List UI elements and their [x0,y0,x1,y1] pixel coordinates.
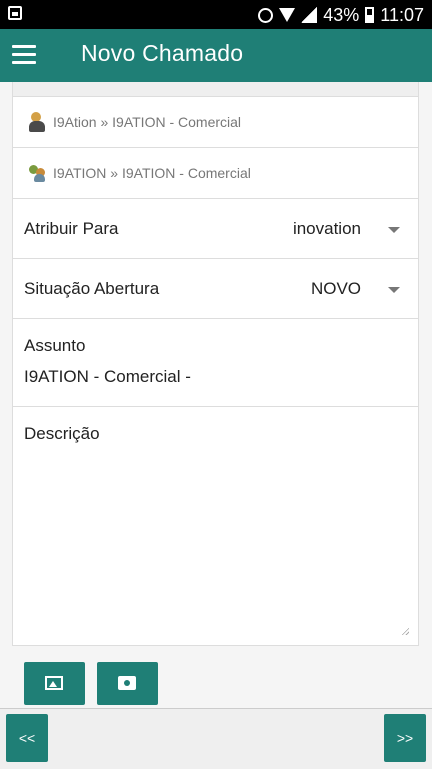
image-notification-icon [8,6,22,20]
battery-percent: 43% [323,4,360,25]
subject-label: Assunto [24,336,86,355]
resize-handle[interactable] [401,627,409,635]
description-label: Descrição [24,424,100,443]
signal-icon [301,7,318,23]
gallery-button[interactable] [24,662,85,705]
footer-bar: << >> [0,708,432,769]
status-right: 43% 11:07 [258,4,424,26]
status-time: 11:07 [380,4,424,25]
subject-value[interactable]: I9ATION - Comercial - [24,367,191,387]
breadcrumb-group: I9ATION » I9ATION - Comercial [13,147,418,198]
description-field[interactable]: Descrição [13,406,418,645]
form-card: I9Ation » I9ATION - Comercial I9ATION » … [12,96,419,646]
status-bar: 43% 11:07 [0,0,432,29]
breadcrumb-user: I9Ation » I9ATION - Comercial [13,96,418,147]
camera-icon [118,676,136,690]
chevron-down-icon[interactable] [388,287,400,293]
menu-icon[interactable] [12,45,36,65]
previous-button[interactable]: << [6,714,48,762]
opening-status-label: Situação Abertura [24,279,160,298]
assign-to-field[interactable]: Atribuir Para inovation [13,198,418,258]
user-icon [29,112,46,132]
opening-status-field[interactable]: Situação Abertura NOVO [13,258,418,318]
next-button[interactable]: >> [384,714,426,762]
app-bar: Novo Chamado [0,29,432,82]
subject-field[interactable]: Assunto I9ATION - Comercial - [13,318,418,406]
camera-button[interactable] [97,662,158,705]
wifi-icon [279,8,296,22]
battery-icon [365,7,375,23]
alarm-icon [258,7,274,23]
image-icon [45,676,63,690]
page-title: Novo Chamado [81,40,244,66]
form-content: I9Ation » I9ATION - Comercial I9ATION » … [12,82,419,646]
header-strip [12,82,419,96]
group-icon [29,163,46,183]
breadcrumb-user-text: I9Ation » I9ATION - Comercial [53,114,242,130]
assign-to-label: Atribuir Para [24,219,119,238]
opening-status-value[interactable]: NOVO [311,279,361,299]
assign-to-value[interactable]: inovation [293,219,361,239]
chevron-down-icon[interactable] [388,227,400,233]
breadcrumb-group-text: I9ATION » I9ATION - Comercial [53,165,251,181]
